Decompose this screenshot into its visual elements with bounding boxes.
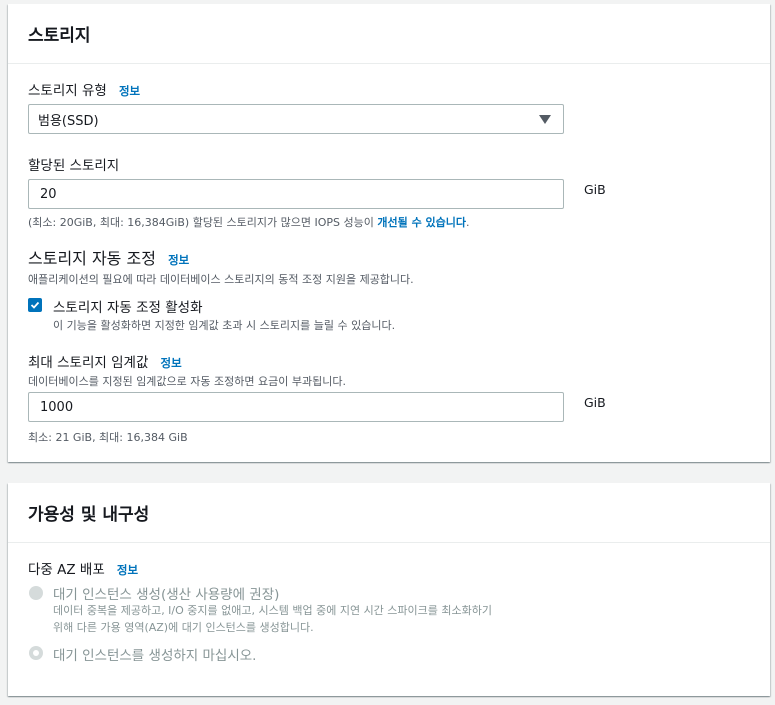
allocated-storage-label: 할당된 스토리지: [28, 158, 120, 174]
max-threshold-desc: 데이터베이스를 지정된 임계값으로 자동 조정하면 요금이 부과됩니다.: [28, 375, 346, 388]
autoscaling-checkbox[interactable]: [28, 298, 42, 312]
improve-performance-link[interactable]: 개선될 수 있습니다: [377, 216, 466, 229]
max-threshold-label-row: 최대 스토리지 임계값 정보: [28, 351, 182, 371]
autoscaling-checkbox-desc: 이 기능을 활성화하면 지정한 임계값 초과 시 스토리지를 늘릴 수 있습니다…: [53, 319, 396, 332]
autoscaling-heading-row: 스토리지 자동 조정 정보: [28, 245, 189, 269]
multi-az-label-row: 다중 AZ 배포 정보: [28, 558, 138, 578]
standby-create-radio[interactable]: [29, 586, 43, 600]
availability-panel: 가용성 및 내구성 다중 AZ 배포 정보 대기 인스턴스 생성(생산 사용량에…: [8, 483, 770, 696]
storage-type-label-row: 스토리지 유형 정보: [28, 79, 140, 99]
storage-panel-header: 스토리지: [8, 4, 770, 64]
max-threshold-value: 1000: [40, 399, 74, 415]
storage-title: 스토리지: [28, 26, 91, 46]
autoscaling-desc: 애플리케이션의 필요에 따라 데이터베이스 스토리지의 동적 조정 지원을 제공…: [28, 273, 414, 286]
standby-none-label[interactable]: 대기 인스턴스를 생성하지 마십시오.: [53, 644, 256, 664]
allocated-storage-unit: GiB: [584, 182, 606, 197]
storage-type-info-link[interactable]: 정보: [119, 84, 140, 98]
storage-panel: 스토리지 스토리지 유형 정보 범용(SSD) 할당된 스토리지 20 GiB …: [8, 4, 770, 462]
availability-title: 가용성 및 내구성: [28, 505, 150, 525]
storage-type-select[interactable]: 범용(SSD): [28, 104, 564, 134]
standby-create-desc-line2: 위해 다른 가용 영역(AZ)에 대기 인스턴스를 생성합니다.: [53, 621, 314, 634]
max-threshold-info-link[interactable]: 정보: [161, 356, 182, 370]
storage-type-label: 스토리지 유형: [28, 83, 107, 99]
standby-create-desc-line1: 데이터 중복을 제공하고, I/O 중지를 없애고, 시스템 백업 중에 지연 …: [53, 604, 492, 617]
allocated-storage-value: 20: [40, 186, 57, 202]
availability-panel-header: 가용성 및 내구성: [8, 483, 770, 543]
allocated-storage-hint-text: (최소: 20GiB, 최대: 16,384GiB) 할당된 스토리지가 많으면…: [28, 216, 378, 229]
standby-create-label[interactable]: 대기 인스턴스 생성(생산 사용량에 권장): [53, 583, 279, 603]
multi-az-label: 다중 AZ 배포: [28, 562, 105, 578]
storage-type-value: 범용(SSD): [38, 113, 99, 129]
allocated-storage-input[interactable]: 20: [28, 179, 564, 209]
allocated-storage-hint-end: .: [466, 216, 470, 229]
standby-none-radio[interactable]: [29, 646, 43, 660]
autoscaling-title: 스토리지 자동 조정: [28, 249, 156, 268]
caret-down-icon: [539, 115, 551, 124]
max-threshold-label: 최대 스토리지 임계값: [28, 355, 149, 371]
allocated-storage-label-row: 할당된 스토리지: [28, 154, 119, 174]
autoscaling-info-link[interactable]: 정보: [168, 253, 189, 267]
allocated-storage-hint: (최소: 20GiB, 최대: 16,384GiB) 할당된 스토리지가 많으면…: [28, 214, 470, 230]
max-threshold-unit: GiB: [584, 395, 606, 410]
multi-az-info-link[interactable]: 정보: [117, 563, 138, 577]
autoscaling-checkbox-label[interactable]: 스토리지 자동 조정 활성화: [53, 296, 203, 316]
max-threshold-hint: 최소: 21 GiB, 최대: 16,384 GiB: [28, 431, 188, 444]
checkmark-icon: [30, 301, 40, 309]
max-threshold-input[interactable]: 1000: [28, 392, 564, 422]
